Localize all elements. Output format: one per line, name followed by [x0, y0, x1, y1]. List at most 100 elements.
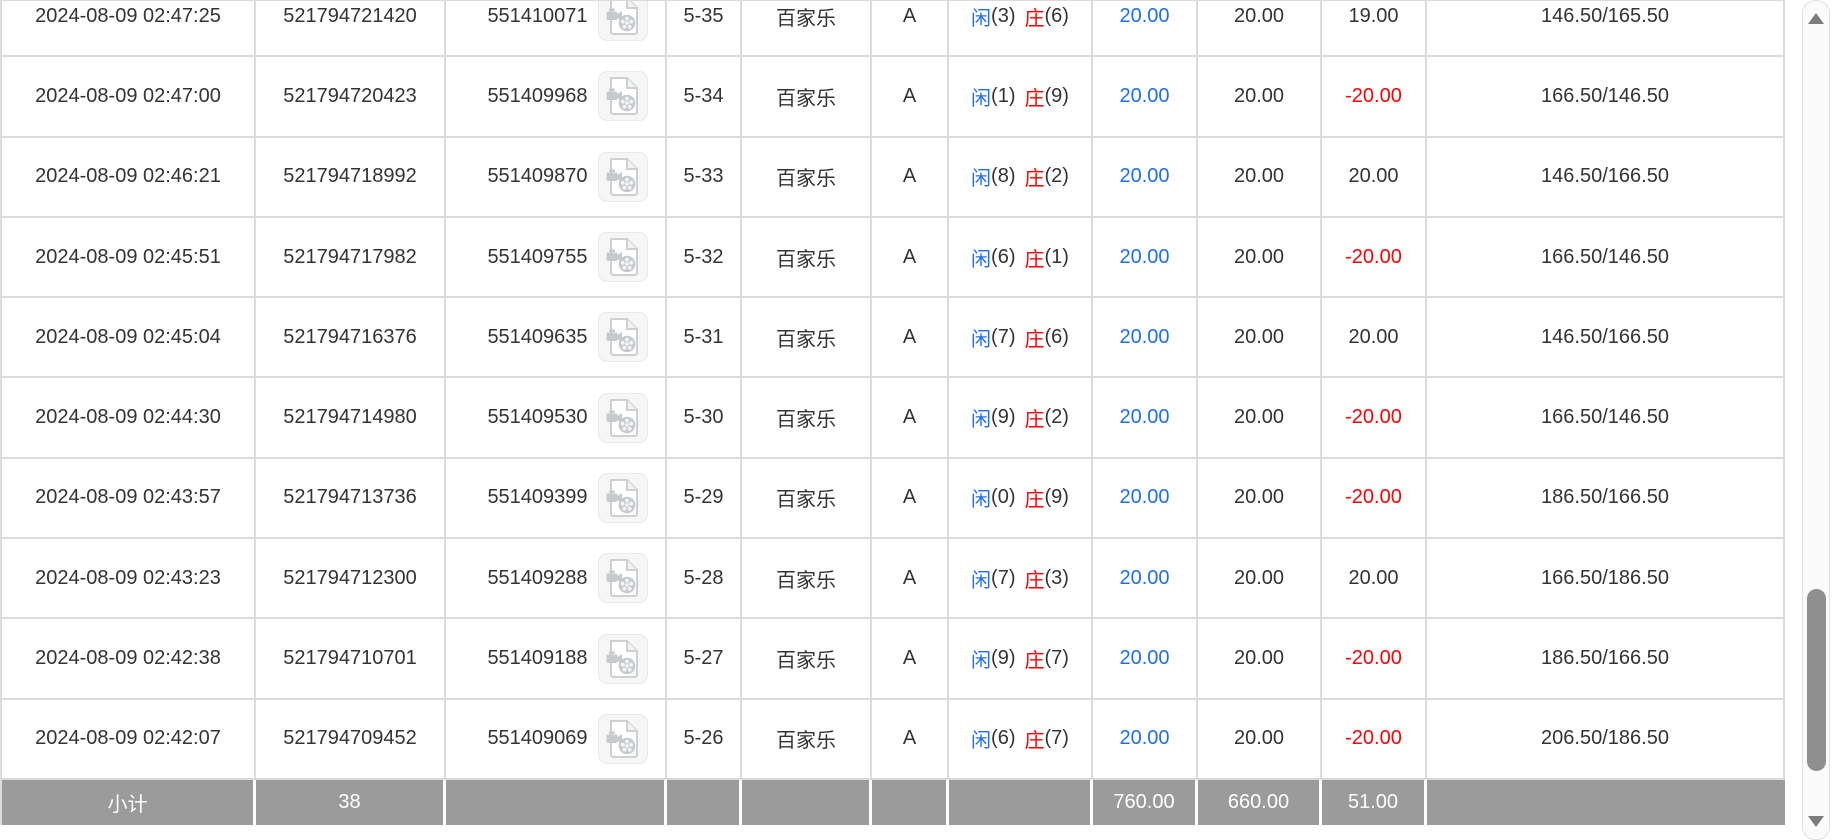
- video-replay-button[interactable]: [598, 553, 648, 603]
- balance: 186.50/166.50: [1427, 459, 1785, 539]
- valid-amount: 20.00: [1198, 539, 1322, 619]
- table-row: 2024-08-09 02:46:21 521794718992 5514098…: [0, 138, 1785, 218]
- bet-amount: 20.00: [1093, 298, 1198, 378]
- bet-amount: 20.00: [1093, 700, 1198, 780]
- game-result: 闲(6) 庄(7): [949, 700, 1093, 780]
- scroll-down-arrow-icon[interactable]: [1808, 816, 1824, 827]
- table-rows-container: 2024-08-09 02:47:25 521794721420 5514100…: [0, 0, 1785, 825]
- video-replay-button[interactable]: [598, 312, 648, 362]
- player-score: (1): [991, 85, 1015, 108]
- bet-time: 2024-08-09 02:42:07: [0, 700, 256, 780]
- bet-time: 2024-08-09 02:47:00: [0, 57, 256, 137]
- round-cell: 551409530: [446, 378, 667, 458]
- scrollbar-thumb[interactable]: [1807, 589, 1826, 771]
- round-cell: 551409069: [446, 700, 667, 780]
- balance: 146.50/166.50: [1427, 138, 1785, 218]
- game-name: 百家乐: [742, 619, 872, 699]
- table-row: 2024-08-09 02:47:25 521794721420 5514100…: [0, 0, 1785, 57]
- bet-number: 521794713736: [256, 459, 446, 539]
- scroll-up-arrow-icon[interactable]: [1808, 13, 1824, 24]
- player-label: 闲: [971, 82, 991, 111]
- banker-label: 庄: [1025, 323, 1045, 352]
- video-replay-button[interactable]: [598, 152, 648, 202]
- banker-label: 庄: [1025, 724, 1045, 753]
- game-name: 百家乐: [742, 459, 872, 539]
- banker-label: 庄: [1025, 162, 1045, 191]
- player-score: (6): [991, 246, 1015, 269]
- bet-amount: 20.00: [1093, 57, 1198, 137]
- video-file-icon: [606, 559, 640, 597]
- bet-amount: 20.00: [1093, 138, 1198, 218]
- round-cell: 551409288: [446, 539, 667, 619]
- player-score: (9): [991, 647, 1015, 670]
- bet-time: 2024-08-09 02:47:25: [0, 0, 256, 57]
- game-name: 百家乐: [742, 700, 872, 780]
- video-replay-button[interactable]: [598, 634, 648, 684]
- video-replay-button[interactable]: [598, 0, 648, 41]
- valid-amount: 20.00: [1198, 459, 1322, 539]
- player-score: (3): [991, 5, 1015, 28]
- balance: 166.50/146.50: [1427, 218, 1785, 298]
- table-round-code: 5-28: [667, 539, 742, 619]
- round-cell: 551409399: [446, 459, 667, 539]
- banker-label: 庄: [1025, 403, 1045, 432]
- table-code: A: [872, 57, 949, 137]
- win-loss: -20.00: [1322, 619, 1427, 699]
- video-replay-button[interactable]: [598, 473, 648, 523]
- table-row: 2024-08-09 02:43:23 521794712300 5514092…: [0, 539, 1785, 619]
- bet-number: 521794714980: [256, 378, 446, 458]
- table-round-code: 5-33: [667, 138, 742, 218]
- banker-score: (7): [1045, 647, 1069, 670]
- round-cell: 551409635: [446, 298, 667, 378]
- player-score: (7): [991, 567, 1015, 590]
- table-row: 2024-08-09 02:45:04 521794716376 5514096…: [0, 298, 1785, 378]
- vertical-scrollbar[interactable]: [1802, 0, 1830, 840]
- table-code: A: [872, 218, 949, 298]
- win-loss: -20.00: [1322, 378, 1427, 458]
- bet-amount: 20.00: [1093, 0, 1198, 57]
- table-top-border: [0, 0, 1785, 1]
- video-replay-button[interactable]: [598, 714, 648, 764]
- banker-label: 庄: [1025, 564, 1045, 593]
- subtotal-empty-cell: [667, 780, 742, 825]
- bet-time: 2024-08-09 02:46:21: [0, 138, 256, 218]
- balance: 166.50/146.50: [1427, 57, 1785, 137]
- game-result: 闲(3) 庄(6): [949, 0, 1093, 57]
- bet-number: 521794720423: [256, 57, 446, 137]
- round-number: 551410071: [487, 5, 587, 28]
- valid-amount: 20.00: [1198, 619, 1322, 699]
- game-name: 百家乐: [742, 138, 872, 218]
- game-name: 百家乐: [742, 539, 872, 619]
- round-number: 551409069: [487, 727, 587, 750]
- player-label: 闲: [971, 243, 991, 272]
- subtotal-empty-cell: [1427, 780, 1785, 825]
- player-label: 闲: [971, 564, 991, 593]
- bet-amount: 20.00: [1093, 619, 1198, 699]
- table-round-code: 5-30: [667, 378, 742, 458]
- win-loss: -20.00: [1322, 57, 1427, 137]
- video-replay-button[interactable]: [598, 71, 648, 121]
- balance: 146.50/166.50: [1427, 298, 1785, 378]
- video-file-icon: [606, 640, 640, 678]
- table-code: A: [872, 539, 949, 619]
- win-loss: 20.00: [1322, 298, 1427, 378]
- bet-time: 2024-08-09 02:43:23: [0, 539, 256, 619]
- banker-score: (2): [1045, 165, 1069, 188]
- game-result: 闲(9) 庄(2): [949, 378, 1093, 458]
- bet-amount: 20.00: [1093, 539, 1198, 619]
- video-replay-button[interactable]: [598, 393, 648, 443]
- table-row: 2024-08-09 02:44:30 521794714980 5514095…: [0, 378, 1785, 458]
- banker-label: 庄: [1025, 644, 1045, 673]
- table-code: A: [872, 459, 949, 539]
- banker-score: (2): [1045, 406, 1069, 429]
- valid-amount: 20.00: [1198, 0, 1322, 57]
- balance: 186.50/166.50: [1427, 619, 1785, 699]
- banker-score: (1): [1045, 246, 1069, 269]
- table-code: A: [872, 619, 949, 699]
- subtotal-count: 38: [256, 780, 446, 825]
- win-loss: 20.00: [1322, 138, 1427, 218]
- player-label: 闲: [971, 162, 991, 191]
- win-loss: 19.00: [1322, 0, 1427, 57]
- video-replay-button[interactable]: [598, 232, 648, 282]
- round-cell: 551409968: [446, 57, 667, 137]
